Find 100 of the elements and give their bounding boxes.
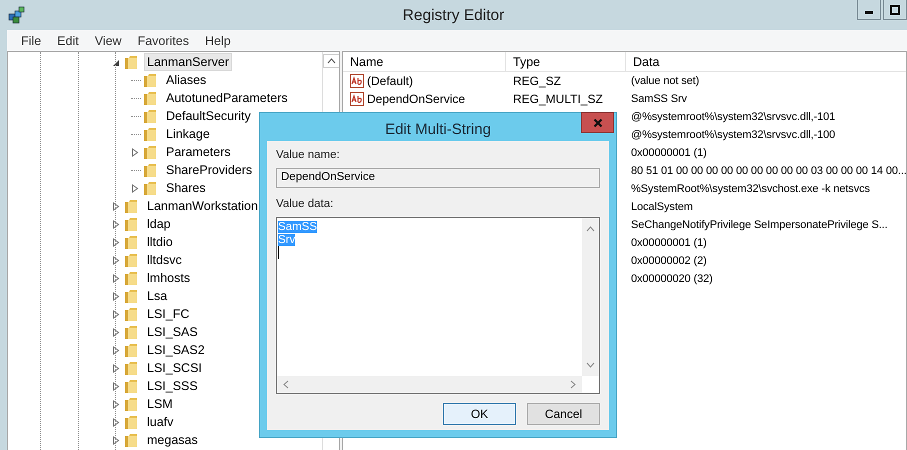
collapsed-arrow-icon[interactable] (112, 238, 120, 246)
tree-item[interactable]: LSI_FC (144, 305, 192, 323)
tree-item[interactable]: Parameters (163, 143, 234, 161)
menu-item[interactable]: Favorites (130, 34, 197, 48)
tree-item[interactable]: DefaultSecurity (163, 107, 254, 125)
tree-item[interactable]: AutotunedParameters (163, 89, 291, 107)
collapsed-arrow-icon[interactable] (112, 220, 120, 228)
menu-item[interactable]: File (13, 34, 50, 48)
collapsed-arrow-icon[interactable] (112, 346, 120, 354)
folder-icon (124, 54, 138, 70)
tree-item[interactable]: LSI_SAS (144, 323, 201, 341)
registry-cubes-icon (8, 6, 26, 24)
collapsed-arrow-icon[interactable] (112, 202, 120, 210)
value-data: (value not set) (631, 75, 700, 87)
tree-item[interactable]: LSI_SAS2 (144, 341, 208, 359)
value-data: 80 51 01 00 00 00 00 00 00 00 00 00 03 00 00 00 14 00... (631, 165, 906, 177)
folder-icon (124, 324, 138, 340)
tree-item[interactable]: Shares (163, 179, 209, 197)
value-name: (Default) (367, 74, 414, 88)
collapsed-arrow-icon[interactable] (112, 292, 120, 300)
value-data: 0x00000001 (1) (631, 147, 707, 159)
tree-item[interactable]: LanmanServer (144, 53, 232, 71)
folder-icon (124, 414, 138, 430)
string-value-icon (350, 92, 364, 106)
folder-icon (143, 72, 157, 88)
folder-icon (143, 180, 157, 196)
dialog-title: Edit Multi-String (385, 120, 491, 138)
collapsed-arrow-icon[interactable] (112, 328, 120, 336)
tree-item[interactable]: ShareProviders (163, 161, 256, 179)
ok-button[interactable]: OK (443, 403, 516, 425)
value-data: %SystemRoot%\system32\svchost.exe -k netsvcs (631, 183, 870, 195)
collapsed-arrow-icon[interactable] (112, 382, 120, 390)
folder-icon (143, 144, 157, 160)
value-data: 0x00000002 (2) (631, 255, 707, 267)
scroll-right-icon[interactable] (570, 380, 576, 389)
tree-item[interactable]: ldap (144, 215, 174, 233)
tree-item[interactable]: lltdio (144, 233, 176, 251)
folder-icon (124, 342, 138, 358)
text-caret (278, 246, 279, 259)
collapsed-arrow-icon[interactable] (112, 256, 120, 264)
folder-icon (124, 198, 138, 214)
collapsed-arrow-icon[interactable] (112, 364, 120, 372)
value-type: REG_SZ (513, 74, 562, 88)
horizontal-scrollbar[interactable] (277, 376, 582, 393)
minimize-button[interactable] (857, 0, 881, 20)
folder-icon (124, 270, 138, 286)
expanded-arrow-icon[interactable] (112, 58, 120, 66)
folder-icon (124, 378, 138, 394)
collapsed-arrow-icon[interactable] (112, 310, 120, 318)
tree-item[interactable]: LanmanWorkstation (144, 197, 261, 215)
folder-icon (124, 432, 138, 448)
folder-icon (143, 126, 157, 142)
collapsed-arrow-icon[interactable] (112, 436, 120, 444)
menu-item[interactable]: View (86, 34, 130, 48)
scroll-up-icon[interactable] (586, 226, 595, 232)
value-data: 0x00000020 (32) (631, 273, 713, 285)
tree-item[interactable]: megasas (144, 431, 201, 449)
cancel-button[interactable]: Cancel (527, 403, 600, 425)
close-button[interactable] (581, 112, 614, 133)
value-name-field[interactable]: DependOnService (276, 168, 600, 188)
tree-item[interactable]: LSM (144, 395, 176, 413)
tree-item[interactable]: luafv (144, 413, 176, 431)
maximize-icon (890, 4, 900, 14)
collapsed-arrow-icon[interactable] (131, 184, 139, 192)
folder-icon (143, 162, 157, 178)
folder-icon (143, 90, 157, 106)
scroll-down-icon[interactable] (586, 362, 595, 368)
folder-icon (124, 252, 138, 268)
vertical-scrollbar[interactable] (582, 218, 599, 376)
collapsed-arrow-icon[interactable] (112, 400, 120, 408)
column-header[interactable]: Name (343, 52, 506, 71)
tree-item[interactable]: Linkage (163, 125, 213, 143)
tree-item[interactable]: LSI_SSS (144, 377, 201, 395)
field-label: Value data: (276, 198, 334, 212)
maximize-button[interactable] (883, 0, 907, 20)
collapsed-arrow-icon[interactable] (131, 148, 139, 156)
collapsed-arrow-icon[interactable] (112, 274, 120, 282)
column-header[interactable]: Data (626, 52, 906, 71)
field-label: Value name: (276, 149, 340, 163)
value-data: @%systemroot%\system32\srvsvc.dll,-101 (631, 111, 836, 123)
folder-icon (124, 234, 138, 250)
folder-icon (143, 108, 157, 124)
string-value-icon (350, 74, 364, 88)
tree-item[interactable]: Lsa (144, 287, 170, 305)
window-title: Registry Editor (402, 7, 504, 25)
column-header[interactable]: Type (506, 52, 626, 71)
menu-item[interactable]: Help (196, 34, 239, 48)
value-data: LocalSystem (631, 201, 693, 213)
folder-icon (124, 216, 138, 232)
tree-item[interactable]: lltdsvc (144, 251, 185, 269)
tree-item[interactable]: LSI_SCSI (144, 359, 205, 377)
folder-icon (124, 306, 138, 322)
value-data: 0x00000001 (1) (631, 237, 707, 249)
tree-item[interactable]: Aliases (163, 71, 210, 89)
value-data: SamSS Srv (631, 93, 687, 105)
tree-item[interactable]: lmhosts (144, 269, 194, 287)
value-data: SeChangeNotifyPrivilege SeImpersonatePrivilege S... (631, 219, 888, 231)
scroll-left-icon[interactable] (283, 380, 289, 389)
collapsed-arrow-icon[interactable] (112, 418, 120, 426)
menu-item[interactable]: Edit (49, 34, 87, 48)
